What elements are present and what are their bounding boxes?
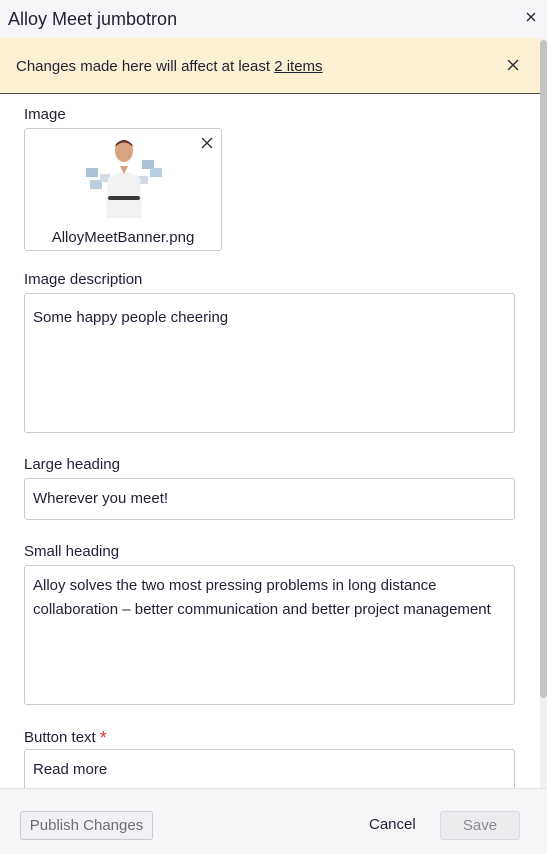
required-marker: * <box>99 728 107 748</box>
image-description-label: Image description <box>24 271 143 288</box>
dialog-header: Alloy Meet jumbotron <box>0 0 547 38</box>
button-text-field[interactable]: Read more <box>24 749 515 788</box>
small-heading-label: Small heading <box>24 543 120 560</box>
publish-changes-button[interactable]: Publish Changes <box>20 811 153 840</box>
large-heading-value: Wherever you meet! <box>33 490 169 507</box>
scrollbar-thumb[interactable] <box>540 40 547 698</box>
image-description-value: Some happy people cheering <box>33 309 229 326</box>
close-icon[interactable] <box>523 9 539 25</box>
banner-message: Changes made here will affect at least 2… <box>16 58 323 75</box>
small-heading-field[interactable]: Alloy solves the two most pressing probl… <box>24 565 515 705</box>
dialog-footer: Publish Changes Cancel Save <box>0 788 547 854</box>
large-heading-field[interactable]: Wherever you meet! <box>24 478 515 520</box>
image-thumbnail <box>86 140 162 218</box>
cancel-button[interactable]: Cancel <box>369 816 416 833</box>
close-icon[interactable] <box>201 137 213 149</box>
button-text-label: Button text * <box>24 726 107 748</box>
large-heading-label: Large heading <box>24 456 120 473</box>
image-label: Image <box>24 106 66 123</box>
small-heading-value: Alloy solves the two most pressing probl… <box>33 577 491 618</box>
affected-items-link[interactable]: 2 items <box>274 58 322 75</box>
image-description-field[interactable]: Some happy people cheering <box>24 293 515 433</box>
banner-text: Changes made here will affect at least <box>16 58 275 75</box>
save-button[interactable]: Save <box>440 811 520 840</box>
form-content: Image AlloyMeetBanner.png Image descript… <box>0 94 540 788</box>
button-text-label-text: Button text <box>24 729 96 746</box>
close-icon[interactable] <box>506 58 520 72</box>
image-picker[interactable]: AlloyMeetBanner.png <box>24 128 222 251</box>
button-text-value: Read more <box>33 761 108 778</box>
dialog-title: Alloy Meet jumbotron <box>8 9 178 29</box>
warning-banner: Changes made here will affect at least 2… <box>0 38 540 94</box>
image-filename: AlloyMeetBanner.png <box>51 229 195 246</box>
